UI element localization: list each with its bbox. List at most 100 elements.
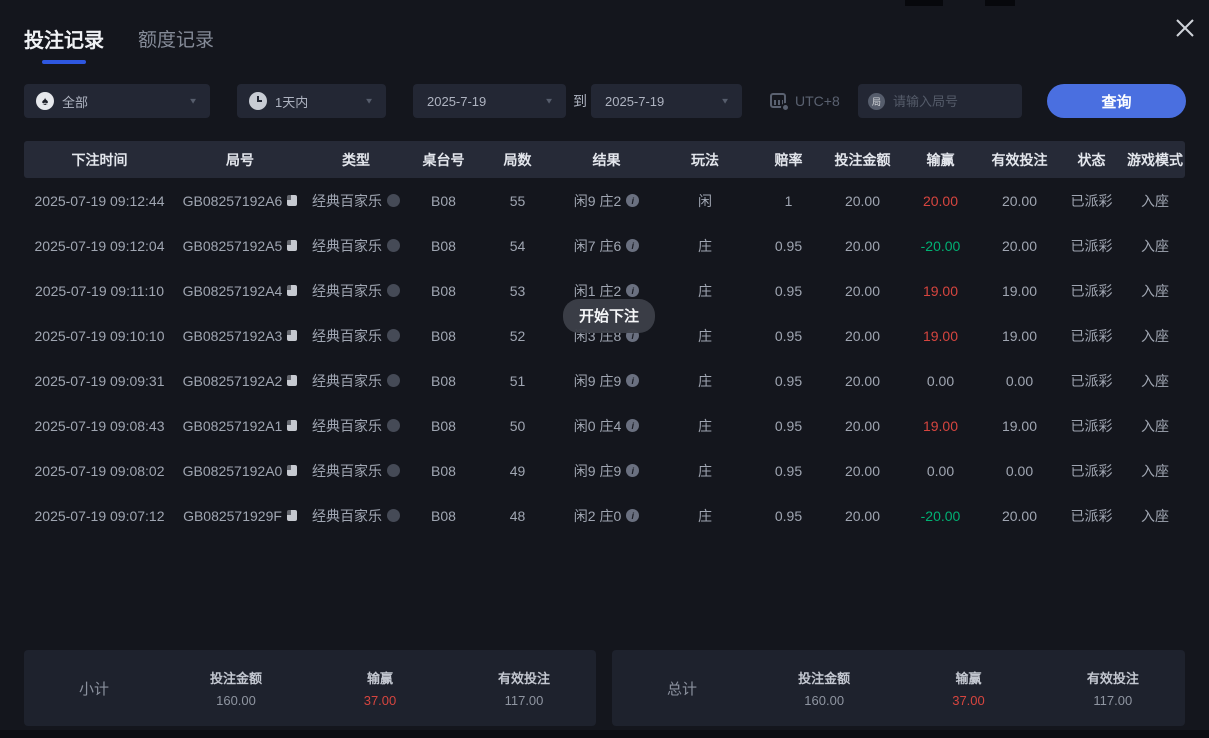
cell-valid-bet: 19.00 bbox=[981, 313, 1058, 358]
cell-round-no: 52 bbox=[480, 313, 555, 358]
copy-icon[interactable] bbox=[287, 375, 297, 386]
game-type-text: 经典百家乐 bbox=[312, 371, 382, 391]
cell-odds: 0.95 bbox=[752, 358, 825, 403]
cell-round-no: 51 bbox=[480, 358, 555, 403]
copy-icon[interactable] bbox=[287, 240, 297, 251]
round-search-field[interactable]: 局 bbox=[858, 84, 1022, 118]
copy-icon[interactable] bbox=[287, 330, 297, 341]
tab-label: 额度记录 bbox=[138, 25, 214, 52]
cell-bet-amount: 20.00 bbox=[825, 268, 900, 313]
cell-game-mode: 入座 bbox=[1125, 313, 1185, 358]
copy-icon[interactable] bbox=[287, 195, 297, 206]
round-id-text: GB08257192A6 bbox=[183, 193, 283, 209]
info-icon[interactable]: i bbox=[626, 194, 639, 207]
time-range-value: 1天内 bbox=[275, 92, 308, 111]
round-id-text: GB08257192A0 bbox=[183, 463, 283, 479]
game-type-value: 全部 bbox=[62, 92, 88, 111]
cell-round-id: GB08257192A1 bbox=[175, 403, 305, 448]
cell-table-no: B08 bbox=[407, 448, 480, 493]
copy-icon[interactable] bbox=[287, 465, 297, 476]
cell-odds: 0.95 bbox=[752, 403, 825, 448]
cell-odds: 0.95 bbox=[752, 313, 825, 358]
info-icon[interactable]: i bbox=[626, 374, 639, 387]
close-icon bbox=[1174, 17, 1196, 39]
timezone-label: UTC+8 bbox=[795, 93, 840, 109]
result-text: 闲9 庄9 bbox=[574, 371, 621, 391]
info-icon[interactable]: i bbox=[626, 419, 639, 432]
timezone-indicator[interactable]: UTC+8 bbox=[768, 84, 840, 118]
table-row: 2025-07-19 09:07:12 GB082571929F 经典百家乐 B… bbox=[24, 493, 1185, 538]
time-range-select[interactable]: 1天内 ▼ bbox=[237, 84, 386, 118]
cell-game-mode: 入座 bbox=[1125, 178, 1185, 223]
cell-round-no: 50 bbox=[480, 403, 555, 448]
column-header: 有效投注 bbox=[981, 141, 1058, 178]
column-header: 游戏模式 bbox=[1125, 141, 1185, 178]
copy-icon[interactable] bbox=[287, 510, 297, 521]
cell-table-no: B08 bbox=[407, 223, 480, 268]
clock-icon bbox=[249, 92, 267, 110]
chevron-down-icon: ▼ bbox=[188, 97, 198, 106]
cell-game-type: 经典百家乐 bbox=[305, 358, 407, 403]
column-header: 赔率 bbox=[752, 141, 825, 178]
cell-status: 已派彩 bbox=[1058, 448, 1125, 493]
cell-game-mode: 入座 bbox=[1125, 223, 1185, 268]
cell-bet-time: 2025-07-19 09:07:12 bbox=[24, 493, 175, 538]
cell-result: 闲9 庄9 i bbox=[555, 448, 658, 493]
cell-game-mode: 入座 bbox=[1125, 403, 1185, 448]
cell-game-type: 经典百家乐 bbox=[305, 448, 407, 493]
cell-win-loss: -20.00 bbox=[900, 493, 981, 538]
round-id-text: GB08257192A1 bbox=[183, 418, 283, 434]
cell-status: 已派彩 bbox=[1058, 313, 1125, 358]
game-type-text: 经典百家乐 bbox=[312, 281, 382, 301]
close-button[interactable] bbox=[1169, 12, 1201, 44]
info-icon[interactable]: i bbox=[626, 239, 639, 252]
cell-valid-bet: 19.00 bbox=[981, 268, 1058, 313]
result-text: 闲7 庄6 bbox=[574, 236, 621, 256]
query-button[interactable]: 查询 bbox=[1047, 84, 1186, 118]
game-type-select[interactable]: ♠ 全部 ▼ bbox=[24, 84, 210, 118]
game-type-icon bbox=[387, 239, 400, 252]
cell-round-id: GB08257192A2 bbox=[175, 358, 305, 403]
cell-win-loss: 19.00 bbox=[900, 403, 981, 448]
info-icon[interactable]: i bbox=[626, 509, 639, 522]
subtotal-bet-amount: 投注金额 160.00 bbox=[164, 668, 308, 708]
date-from-picker[interactable]: 2025-7-19 ▼ bbox=[413, 84, 566, 118]
cell-bet-time: 2025-07-19 09:08:02 bbox=[24, 448, 175, 493]
cell-valid-bet: 0.00 bbox=[981, 358, 1058, 403]
column-header: 投注金额 bbox=[825, 141, 900, 178]
cell-game-mode: 入座 bbox=[1125, 448, 1185, 493]
cell-win-loss: 0.00 bbox=[900, 358, 981, 403]
info-icon[interactable]: i bbox=[626, 284, 639, 297]
tab-quota-records[interactable]: 额度记录 bbox=[138, 24, 214, 64]
cell-play: 闲 bbox=[658, 178, 752, 223]
subtotal-valid-bet: 有效投注 117.00 bbox=[452, 668, 596, 708]
cell-game-type: 经典百家乐 bbox=[305, 268, 407, 313]
copy-icon[interactable] bbox=[287, 285, 297, 296]
tab-bet-records[interactable]: 投注记录 bbox=[24, 24, 104, 64]
cell-status: 已派彩 bbox=[1058, 358, 1125, 403]
cell-status: 已派彩 bbox=[1058, 268, 1125, 313]
date-to-picker[interactable]: 2025-7-19 ▼ bbox=[591, 84, 742, 118]
cell-bet-amount: 20.00 bbox=[825, 448, 900, 493]
cell-play: 庄 bbox=[658, 358, 752, 403]
copy-icon[interactable] bbox=[287, 420, 297, 431]
round-search-input[interactable] bbox=[893, 94, 1003, 109]
game-type-icon bbox=[387, 509, 400, 522]
cell-bet-amount: 20.00 bbox=[825, 403, 900, 448]
cell-odds: 0.95 bbox=[752, 448, 825, 493]
cell-game-mode: 入座 bbox=[1125, 358, 1185, 403]
column-header: 输赢 bbox=[900, 141, 981, 178]
total-card: 总计 投注金额 160.00 输赢 37.00 有效投注 117.00 bbox=[612, 650, 1185, 726]
game-type-icon bbox=[387, 464, 400, 477]
game-type-icon bbox=[387, 284, 400, 297]
cell-bet-amount: 20.00 bbox=[825, 313, 900, 358]
round-id-text: GB082571929F bbox=[183, 508, 282, 524]
cell-bet-amount: 20.00 bbox=[825, 178, 900, 223]
bet-records-table: 下注时间局号类型桌台号局数结果玩法赔率投注金额输赢有效投注状态游戏模式 2025… bbox=[24, 141, 1185, 538]
cell-table-no: B08 bbox=[407, 493, 480, 538]
cell-bet-time: 2025-07-19 09:11:10 bbox=[24, 268, 175, 313]
info-icon[interactable]: i bbox=[626, 464, 639, 477]
cell-result: 闲7 庄6 i bbox=[555, 223, 658, 268]
cell-win-loss: -20.00 bbox=[900, 223, 981, 268]
subtotal-win-loss: 输赢 37.00 bbox=[308, 668, 452, 708]
